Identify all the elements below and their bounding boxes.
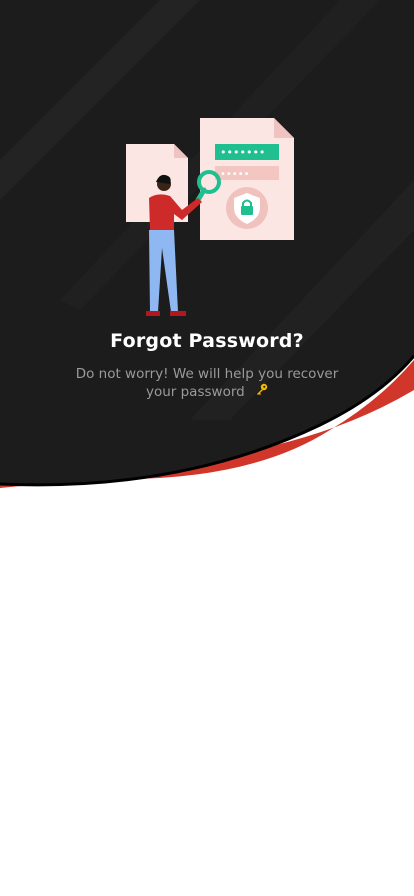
password-mask: •••••••	[220, 146, 265, 159]
forgot-password-illustration: ••••••• •••••	[118, 110, 303, 322]
lock-icon	[241, 206, 253, 215]
person-legs	[149, 230, 178, 312]
content-area	[0, 500, 414, 896]
person-shoe	[146, 311, 160, 316]
page-title: Forgot Password?	[110, 330, 304, 352]
key-icon	[255, 383, 268, 401]
subtitle-text: Do not worry! We will help you recover y…	[75, 366, 339, 400]
person-shoe	[170, 311, 186, 316]
page-subtitle: Do not worry! We will help you recover y…	[70, 365, 344, 401]
person-with-document-icon: ••••••• •••••	[126, 118, 294, 316]
hint-mask: •••••	[220, 169, 250, 180]
